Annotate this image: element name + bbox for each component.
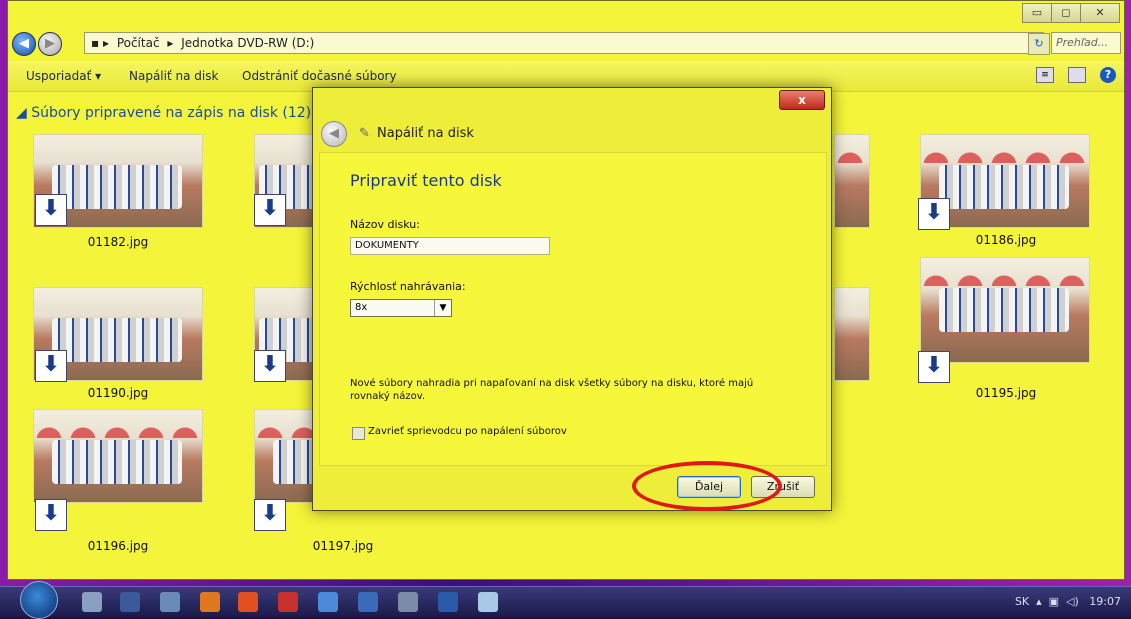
taskbar-app-icon[interactable] [278,592,298,612]
minimize-button[interactable]: ▭ [1022,3,1052,23]
delete-temp-files-button[interactable]: Odstrániť dočasné súbory [242,69,397,83]
taskbar-app-icon[interactable] [358,592,378,612]
disk-name-label: Názov disku: [350,218,420,231]
taskbar-app-icon[interactable] [478,592,498,612]
chevron-down-icon[interactable]: ▼ [434,300,451,316]
file-thumbnail[interactable] [33,409,203,503]
taskbar: SK ▴ ▣ ◁) 19:07 [0,581,1131,619]
file-name[interactable]: 01195.jpg [941,386,1071,400]
speed-label: Rýchlosť nahrávania: [350,280,466,293]
taskbar-app-icon[interactable] [238,592,258,612]
burn-disc-icon: ✎ [359,126,370,141]
tray-icons[interactable]: ▴ ▣ ◁) [1033,595,1086,608]
dialog-header: ◀ ✎ Napáliť na disk [313,116,831,150]
file-name[interactable]: 01196.jpg [53,539,183,553]
breadcrumb-computer[interactable]: Počítač [117,36,160,50]
back-arrow-icon[interactable]: ◀ [12,32,36,56]
download-arrow-icon: ⬇ [35,350,67,382]
burn-disc-dialog: x ◀ ✎ Napáliť na disk Pripraviť tento di… [312,87,832,511]
maximize-button[interactable]: ◻ [1051,3,1081,23]
close-wizard-checkbox[interactable] [352,427,365,440]
title-bar: ▭ ◻ ✕ [8,1,1124,29]
language-indicator[interactable]: SK [1015,595,1029,608]
file-thumbnail[interactable] [834,134,870,228]
taskbar-app-icon[interactable] [398,592,418,612]
speed-select-value: 8x [355,302,368,313]
dialog-body: Pripraviť tento disk Názov disku: DOKUME… [319,152,827,466]
start-orb-icon[interactable] [20,581,58,619]
speed-select[interactable]: 8x ▼ [350,299,452,317]
download-arrow-icon: ⬇ [254,350,286,382]
file-group-title: Súbory pripravené na zápis na disk (12) [31,105,312,121]
file-group-header[interactable]: ◢ Súbory pripravené na zápis na disk (12… [16,105,311,121]
file-thumbnail[interactable] [920,257,1090,363]
download-arrow-icon: ⬇ [254,499,286,531]
system-tray: SK ▴ ▣ ◁) 19:07 [1015,595,1121,608]
download-arrow-icon: ⬇ [35,194,67,226]
burn-to-disc-button[interactable]: Napáliť na disk [129,69,218,83]
disk-name-input[interactable]: DOKUMENTY [350,237,550,255]
taskbar-app-icon[interactable] [120,592,140,612]
taskbar-app-icon[interactable] [160,592,180,612]
back-arrow-icon[interactable]: ◀ [321,121,347,147]
toolbar-icons: ≡ ? [1036,67,1116,83]
search-input[interactable]: Prehľad... [1051,32,1121,54]
taskbar-app-icon[interactable] [438,592,458,612]
forward-arrow-icon[interactable]: ▶ [38,32,62,56]
dialog-title: Napáliť na disk [377,126,474,141]
download-arrow-icon: ⬇ [918,198,950,230]
organize-menu[interactable]: Usporiadať ▾ [26,69,101,83]
dialog-close-button[interactable]: x [779,90,825,110]
clock[interactable]: 19:07 [1089,595,1121,608]
breadcrumb-separator-icon: ▸ [167,36,174,50]
file-name[interactable]: 01190.jpg [53,386,183,400]
download-arrow-icon: ⬇ [918,351,950,383]
overwrite-note: Nové súbory nahradia pri napaľovaní na d… [350,378,754,402]
download-arrow-icon: ⬇ [35,499,67,531]
taskbar-app-icon[interactable] [318,592,338,612]
file-name[interactable]: 01197.jpg [278,539,408,553]
file-thumbnail[interactable] [834,287,870,381]
taskbar-app-icon[interactable] [82,592,102,612]
address-bar[interactable]: ▪ ▸ Počítač ▸ Jednotka DVD-RW (D:) [84,32,1044,54]
window-controls: ▭ ◻ ✕ [1022,3,1120,23]
collapse-triangle-icon[interactable]: ◢ [16,105,27,121]
highlight-ring [632,461,782,511]
dialog-heading: Pripraviť tento disk [350,171,502,190]
help-icon[interactable]: ? [1100,67,1116,83]
view-icon[interactable]: ≡ [1036,67,1054,83]
taskbar-app-icon[interactable] [200,592,220,612]
address-bar-row: ◀ ▶ ▪ ▸ Počítač ▸ Jednotka DVD-RW (D:) ↻… [8,29,1124,59]
download-arrow-icon: ⬇ [254,194,286,226]
refresh-icon[interactable]: ↻ [1028,33,1050,55]
preview-pane-icon[interactable] [1068,67,1086,83]
breadcrumb-dvd-drive[interactable]: Jednotka DVD-RW (D:) [181,36,314,50]
close-wizard-label[interactable]: Zavrieť sprievodcu po napálení súborov [368,426,567,437]
file-name[interactable]: 01186.jpg [941,233,1071,247]
file-name[interactable]: 01182.jpg [53,235,183,249]
folder-icon: ▪ ▸ [91,36,109,50]
close-button[interactable]: ✕ [1080,3,1120,23]
